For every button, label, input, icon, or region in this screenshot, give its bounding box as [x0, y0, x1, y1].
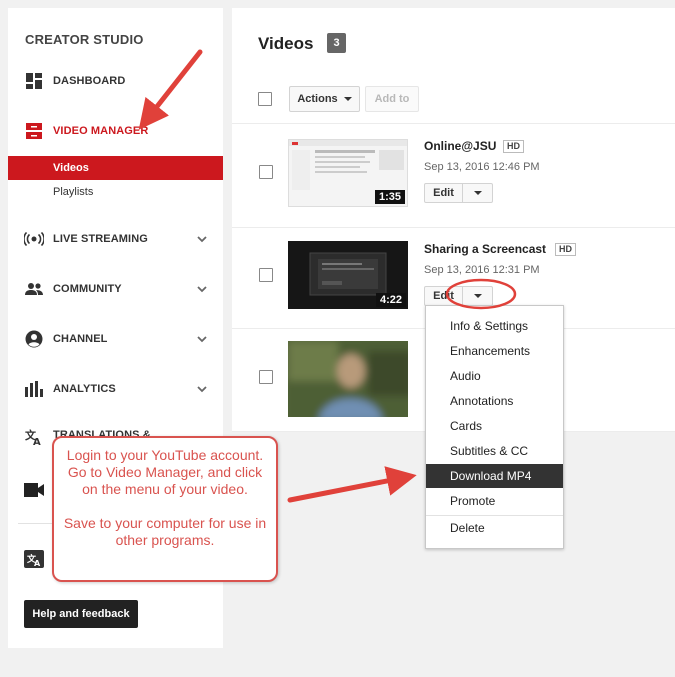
menu-item-delete[interactable]: Delete [426, 516, 563, 540]
actions-label: Actions [297, 93, 338, 105]
menu-item-subtitles[interactable]: Subtitles & CC [426, 439, 563, 463]
video-title[interactable]: Sharing a Screencast [424, 242, 546, 256]
hd-badge: HD [503, 140, 524, 153]
analytics-icon [24, 379, 44, 399]
translate-icon: 文A [24, 427, 44, 447]
video-thumbnail[interactable]: 1:35 [288, 139, 408, 207]
live-streaming-icon [24, 229, 44, 249]
video-duration: 4:22 [375, 293, 406, 307]
select-all-checkbox[interactable] [258, 92, 272, 106]
video-options-menu: Info & Settings Enhancements Audio Annot… [425, 305, 564, 549]
instruction-text-2: Save to your computer for use in other p… [63, 515, 267, 548]
sidebar-item-community[interactable]: COMMUNITY [8, 271, 223, 307]
caret-down-icon [473, 191, 482, 195]
sidebar-item-video-manager[interactable]: VIDEO MANAGER [8, 113, 223, 149]
sidebar-item-label: LIVE STREAMING [53, 233, 148, 245]
row-divider [232, 227, 675, 228]
edit-button[interactable]: Edit [425, 184, 463, 202]
video-thumbnail[interactable]: 4:22 [288, 241, 408, 309]
menu-item-promote[interactable]: Promote [426, 489, 563, 513]
video-thumbnail[interactable] [288, 341, 408, 417]
edit-button[interactable]: Edit [425, 287, 463, 305]
edit-button-group: Edit [424, 183, 493, 203]
sidebar-subitem-playlists[interactable]: Playlists [8, 180, 223, 204]
instruction-callout: Login to your YouTube account. Go to Vid… [52, 436, 278, 582]
svg-text:A: A [33, 437, 41, 446]
video-camera-icon [24, 480, 44, 500]
caret-down-icon [343, 97, 352, 101]
chevron-down-icon [197, 236, 207, 243]
sidebar-item-label: ANALYTICS [53, 383, 116, 395]
video-manager-icon [24, 121, 44, 141]
video-checkbox[interactable] [259, 370, 273, 384]
sidebar-subitem-videos[interactable]: Videos [8, 156, 223, 180]
chevron-down-icon [197, 336, 207, 343]
sidebar-item-analytics[interactable]: ANALYTICS [8, 371, 223, 407]
sidebar-item-label: CHANNEL [53, 333, 108, 345]
sidebar-item-label: DASHBOARD [53, 75, 126, 87]
chevron-down-icon [197, 286, 207, 293]
video-date: Sep 13, 2016 12:46 PM [424, 161, 540, 173]
page-title: Videos [258, 34, 314, 53]
svg-text:A: A [34, 559, 41, 568]
video-date: Sep 13, 2016 12:31 PM [424, 264, 540, 276]
sidebar-item-label: COMMUNITY [53, 283, 122, 295]
sidebar-item-channel[interactable]: CHANNEL [8, 321, 223, 357]
channel-icon [24, 329, 44, 349]
help-and-feedback-button[interactable]: Help and feedback [24, 600, 138, 628]
menu-item-cards[interactable]: Cards [426, 414, 563, 438]
video-count-badge: 3 [327, 33, 346, 53]
edit-dropdown-button[interactable] [463, 287, 492, 305]
actions-button[interactable]: Actions [289, 86, 360, 112]
language-icon: 文A [24, 550, 44, 570]
community-icon [24, 279, 44, 299]
video-title[interactable]: Online@JSU [424, 139, 496, 153]
row-divider [232, 123, 675, 124]
edit-dropdown-button[interactable] [463, 184, 492, 202]
hd-badge: HD [555, 243, 576, 256]
menu-item-annotations[interactable]: Annotations [426, 389, 563, 413]
menu-item-audio[interactable]: Audio [426, 364, 563, 388]
add-to-button[interactable]: Add to [365, 86, 419, 112]
thumbnail-image [288, 341, 408, 417]
chevron-down-icon [197, 386, 207, 393]
caret-down-icon [473, 294, 482, 298]
arrow-to-download-mp4 [287, 466, 417, 503]
menu-item-enhancements[interactable]: Enhancements [426, 339, 563, 363]
sidebar-item-dashboard[interactable]: DASHBOARD [8, 63, 223, 99]
sidebar-item-label: VIDEO MANAGER [53, 125, 149, 137]
video-checkbox[interactable] [259, 268, 273, 282]
edit-button-group: Edit [424, 286, 493, 306]
video-duration: 1:35 [374, 190, 405, 204]
sidebar-item-live-streaming[interactable]: LIVE STREAMING [8, 221, 223, 257]
video-checkbox[interactable] [259, 165, 273, 179]
creator-studio-title: CREATOR STUDIO [25, 32, 144, 47]
instruction-text-1: Login to your YouTube account. Go to Vid… [66, 447, 264, 497]
dashboard-icon [24, 71, 44, 91]
menu-item-download-mp4[interactable]: Download MP4 [426, 464, 563, 488]
menu-item-info-settings[interactable]: Info & Settings [426, 314, 563, 338]
